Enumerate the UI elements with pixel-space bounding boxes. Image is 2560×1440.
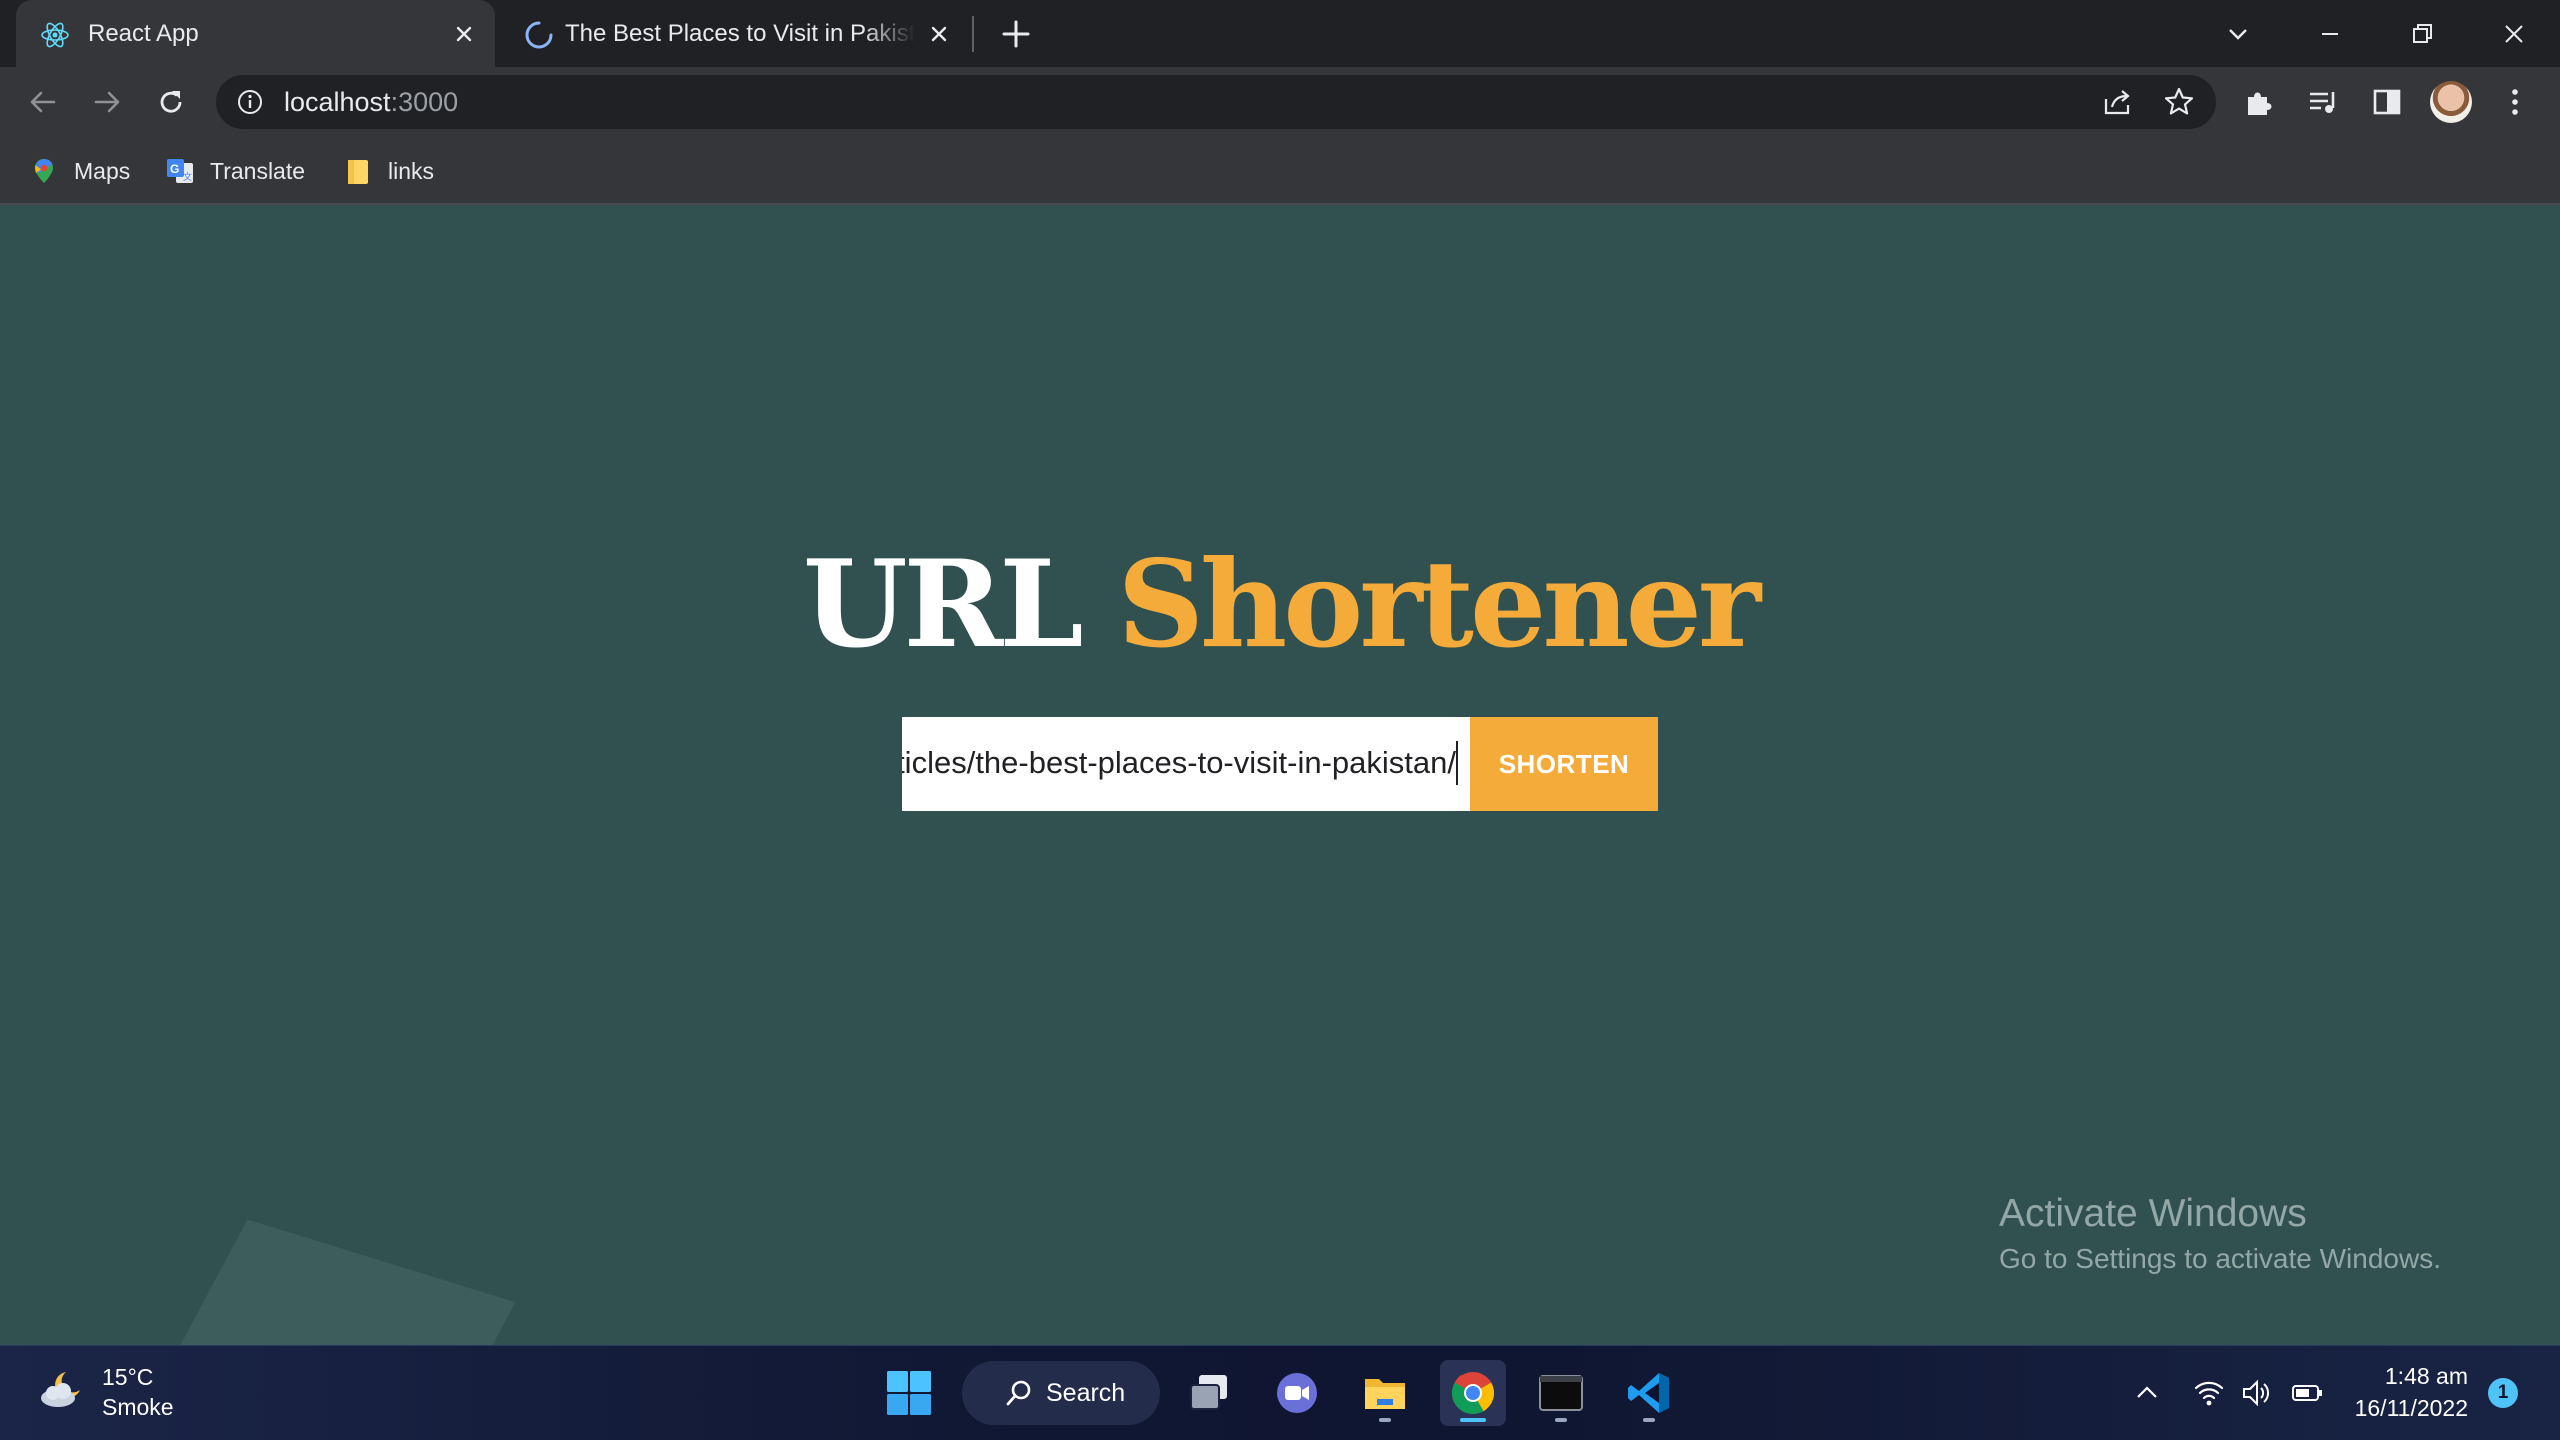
teams-chat-icon bbox=[1277, 1373, 1317, 1413]
restore-icon[interactable] bbox=[2402, 14, 2442, 54]
windows-logo-icon bbox=[887, 1371, 931, 1415]
share-icon[interactable] bbox=[2098, 83, 2136, 121]
address-url: localhost:3000 bbox=[284, 87, 458, 117]
maps-icon bbox=[35, 159, 53, 183]
url-shortener-page: URL Shortener https://www.example.com/ar… bbox=[0, 205, 2560, 1345]
notification-badge[interactable]: 1 bbox=[2488, 1378, 2518, 1408]
battery-icon[interactable] bbox=[2290, 1376, 2324, 1410]
bookmark-translate[interactable]: G 文 Translate bbox=[166, 151, 305, 191]
extensions-puzzle-icon[interactable] bbox=[2240, 83, 2278, 121]
system-clock[interactable]: 1:48 am 16/11/2022 bbox=[2355, 1360, 2468, 1424]
file-explorer-button[interactable] bbox=[1352, 1360, 1418, 1426]
minimize-icon[interactable] bbox=[2310, 14, 2350, 54]
chrome-icon bbox=[1451, 1372, 1495, 1415]
reload-icon[interactable] bbox=[152, 83, 190, 121]
activate-windows-watermark: Activate Windows Go to Settings to activ… bbox=[1999, 1191, 2441, 1277]
page-title: URL Shortener bbox=[0, 535, 2560, 675]
folder-icon bbox=[348, 160, 368, 184]
svg-text:G: G bbox=[170, 162, 179, 176]
terminal-icon bbox=[1539, 1375, 1583, 1411]
bookmark-star-icon[interactable] bbox=[2160, 83, 2198, 121]
shorten-button[interactable]: SHORTEN bbox=[1470, 717, 1658, 811]
address-host: localhost bbox=[284, 87, 391, 117]
clock-date: 16/11/2022 bbox=[2354, 1395, 2468, 1421]
url-input-value: https://www.example.com/articles/the-bes… bbox=[902, 745, 1456, 780]
browser-toolbar: localhost:3000 bbox=[0, 67, 2560, 137]
address-bar[interactable]: localhost:3000 bbox=[216, 75, 2216, 129]
running-indicator bbox=[1555, 1418, 1567, 1422]
media-queue-icon[interactable] bbox=[2304, 83, 2342, 121]
new-tab-plus-icon[interactable] bbox=[998, 16, 1034, 52]
search-icon bbox=[1006, 1380, 1031, 1406]
weather-desc: Smoke bbox=[102, 1394, 174, 1420]
activate-windows-title: Activate Windows bbox=[1999, 1192, 2307, 1235]
task-view-button[interactable] bbox=[1176, 1360, 1242, 1426]
bookmark-links-folder[interactable]: links bbox=[344, 151, 434, 191]
bookmark-label: links bbox=[388, 157, 435, 184]
terminal-button[interactable] bbox=[1528, 1360, 1594, 1426]
volume-icon[interactable] bbox=[2240, 1376, 2274, 1410]
title-word-shortener: Shortener bbox=[1117, 534, 1761, 675]
decorative-shape bbox=[144, 1219, 516, 1345]
more-menu-icon[interactable] bbox=[2496, 83, 2534, 121]
translate-icon: G 文 bbox=[167, 159, 193, 183]
tab-search-chevron-icon[interactable] bbox=[2218, 14, 2258, 54]
close-tab-icon[interactable] bbox=[925, 20, 953, 48]
address-port: :3000 bbox=[390, 87, 459, 117]
bookmark-maps[interactable]: Maps bbox=[30, 151, 130, 191]
react-icon bbox=[41, 22, 69, 48]
url-input[interactable]: https://www.example.com/articles/the-bes… bbox=[902, 717, 1470, 811]
running-indicator bbox=[1643, 1418, 1655, 1422]
weather-widget[interactable]: 15°C Smoke bbox=[102, 1362, 174, 1422]
forward-arrow-icon[interactable] bbox=[88, 83, 126, 121]
tab-strip: React App The Best Places to Visit in Pa… bbox=[0, 0, 2560, 67]
side-panel-icon[interactable] bbox=[2368, 83, 2406, 121]
close-tab-icon[interactable] bbox=[450, 20, 478, 48]
taskbar-search[interactable]: Search bbox=[962, 1361, 1160, 1425]
vscode-button[interactable] bbox=[1616, 1360, 1682, 1426]
bookmarks-bar: Maps G 文 Translate links bbox=[0, 137, 2560, 205]
title-word-url: URL bbox=[802, 534, 1084, 675]
wifi-icon[interactable] bbox=[2192, 1376, 2226, 1410]
bookmark-label: Translate bbox=[210, 157, 306, 184]
svg-text:文: 文 bbox=[183, 171, 192, 182]
tab-react-app[interactable]: React App bbox=[16, 0, 495, 67]
tab-title: The Best Places to Visit in Pakistan bbox=[565, 20, 915, 47]
tab-title: React App bbox=[88, 20, 199, 47]
close-window-icon[interactable] bbox=[2494, 14, 2534, 54]
bookmark-label: Maps bbox=[74, 157, 131, 184]
text-caret bbox=[1456, 741, 1458, 785]
weather-cloud-moon-icon[interactable] bbox=[36, 1364, 88, 1416]
start-button[interactable] bbox=[876, 1360, 942, 1426]
activate-windows-subtitle: Go to Settings to activate Windows. bbox=[1999, 1243, 2441, 1274]
tab-best-places[interactable]: The Best Places to Visit in Pakistan bbox=[500, 0, 970, 67]
chrome-button[interactable] bbox=[1440, 1360, 1506, 1426]
clock-time: 1:48 am bbox=[2384, 1363, 2468, 1389]
task-view-icon bbox=[1190, 1375, 1227, 1410]
weather-temp: 15°C bbox=[102, 1364, 154, 1390]
back-arrow-icon[interactable] bbox=[24, 83, 62, 121]
running-indicator bbox=[1460, 1418, 1486, 1422]
profile-avatar[interactable] bbox=[2430, 81, 2472, 123]
running-indicator bbox=[1379, 1418, 1391, 1422]
vscode-icon bbox=[1628, 1373, 1669, 1413]
search-label: Search bbox=[1046, 1378, 1126, 1407]
tab-separator bbox=[972, 16, 974, 52]
windows-taskbar: 15°C Smoke Search 1:48 am 16/11/2022 1 bbox=[0, 1345, 2560, 1440]
loading-spinner-icon bbox=[525, 21, 553, 49]
show-hidden-icons-chevron-icon[interactable] bbox=[2130, 1376, 2164, 1410]
site-info-icon[interactable] bbox=[236, 88, 264, 116]
teams-chat-button[interactable] bbox=[1264, 1360, 1330, 1426]
folder-explorer-icon bbox=[1365, 1379, 1405, 1409]
